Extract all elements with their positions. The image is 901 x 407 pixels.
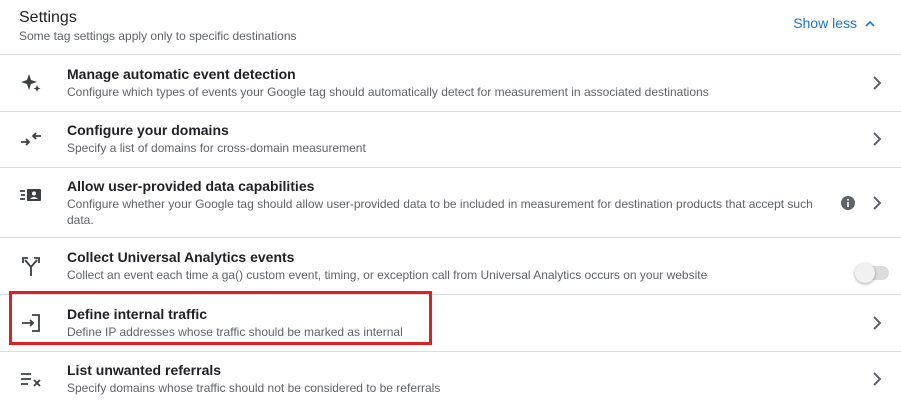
row-description: Configure which types of events your Goo…	[67, 85, 709, 99]
row-automatic-event-detection[interactable]: Manage automatic event detection Configu…	[0, 55, 901, 112]
collect-ua-events-toggle[interactable]	[855, 263, 891, 283]
row-label: Manage automatic event detection	[67, 66, 296, 82]
settings-subtitle: Some tag settings apply only to specific…	[19, 29, 297, 43]
settings-header: Settings Some tag settings apply only to…	[0, 0, 901, 55]
row-label: List unwanted referrals	[67, 362, 222, 378]
chevron-up-icon	[865, 20, 875, 27]
highlight-box	[9, 291, 432, 345]
info-icon[interactable]	[840, 195, 856, 211]
chevron-right-icon	[873, 316, 882, 330]
chevron-right-icon	[873, 132, 882, 146]
row-description: Collect an event each time a ga() custom…	[67, 268, 708, 282]
chevron-right-icon	[873, 76, 882, 90]
chevron-right-icon	[873, 196, 882, 210]
show-less-button[interactable]: Show less	[793, 15, 875, 31]
row-description: Configure whether your Google tag should…	[67, 197, 813, 227]
show-less-label: Show less	[793, 15, 857, 31]
row-label: Allow user-provided data capabilities	[67, 178, 315, 194]
contact-list-icon	[20, 189, 41, 201]
row-description: Specify a list of domains for cross-doma…	[67, 141, 366, 155]
row-label: Configure your domains	[67, 122, 229, 138]
settings-title: Settings	[19, 9, 77, 26]
row-description: Specify domains whose traffic should not…	[67, 381, 441, 395]
sparkle-icon	[21, 74, 41, 92]
row-unwanted-referrals[interactable]: List unwanted referrals Specify domains …	[0, 351, 901, 407]
chevron-right-icon	[873, 372, 882, 386]
row-universal-analytics-events: Collect Universal Analytics events Colle…	[0, 238, 901, 295]
fork-arrow-icon	[22, 257, 40, 276]
list-remove-icon	[21, 373, 41, 387]
row-user-provided-data[interactable]: Allow user-provided data capabilities Co…	[0, 167, 901, 238]
merge-arrows-icon	[21, 132, 41, 146]
row-configure-domains[interactable]: Configure your domains Specify a list of…	[0, 111, 901, 168]
row-label: Collect Universal Analytics events	[67, 249, 295, 265]
toggle-thumb	[855, 263, 875, 283]
